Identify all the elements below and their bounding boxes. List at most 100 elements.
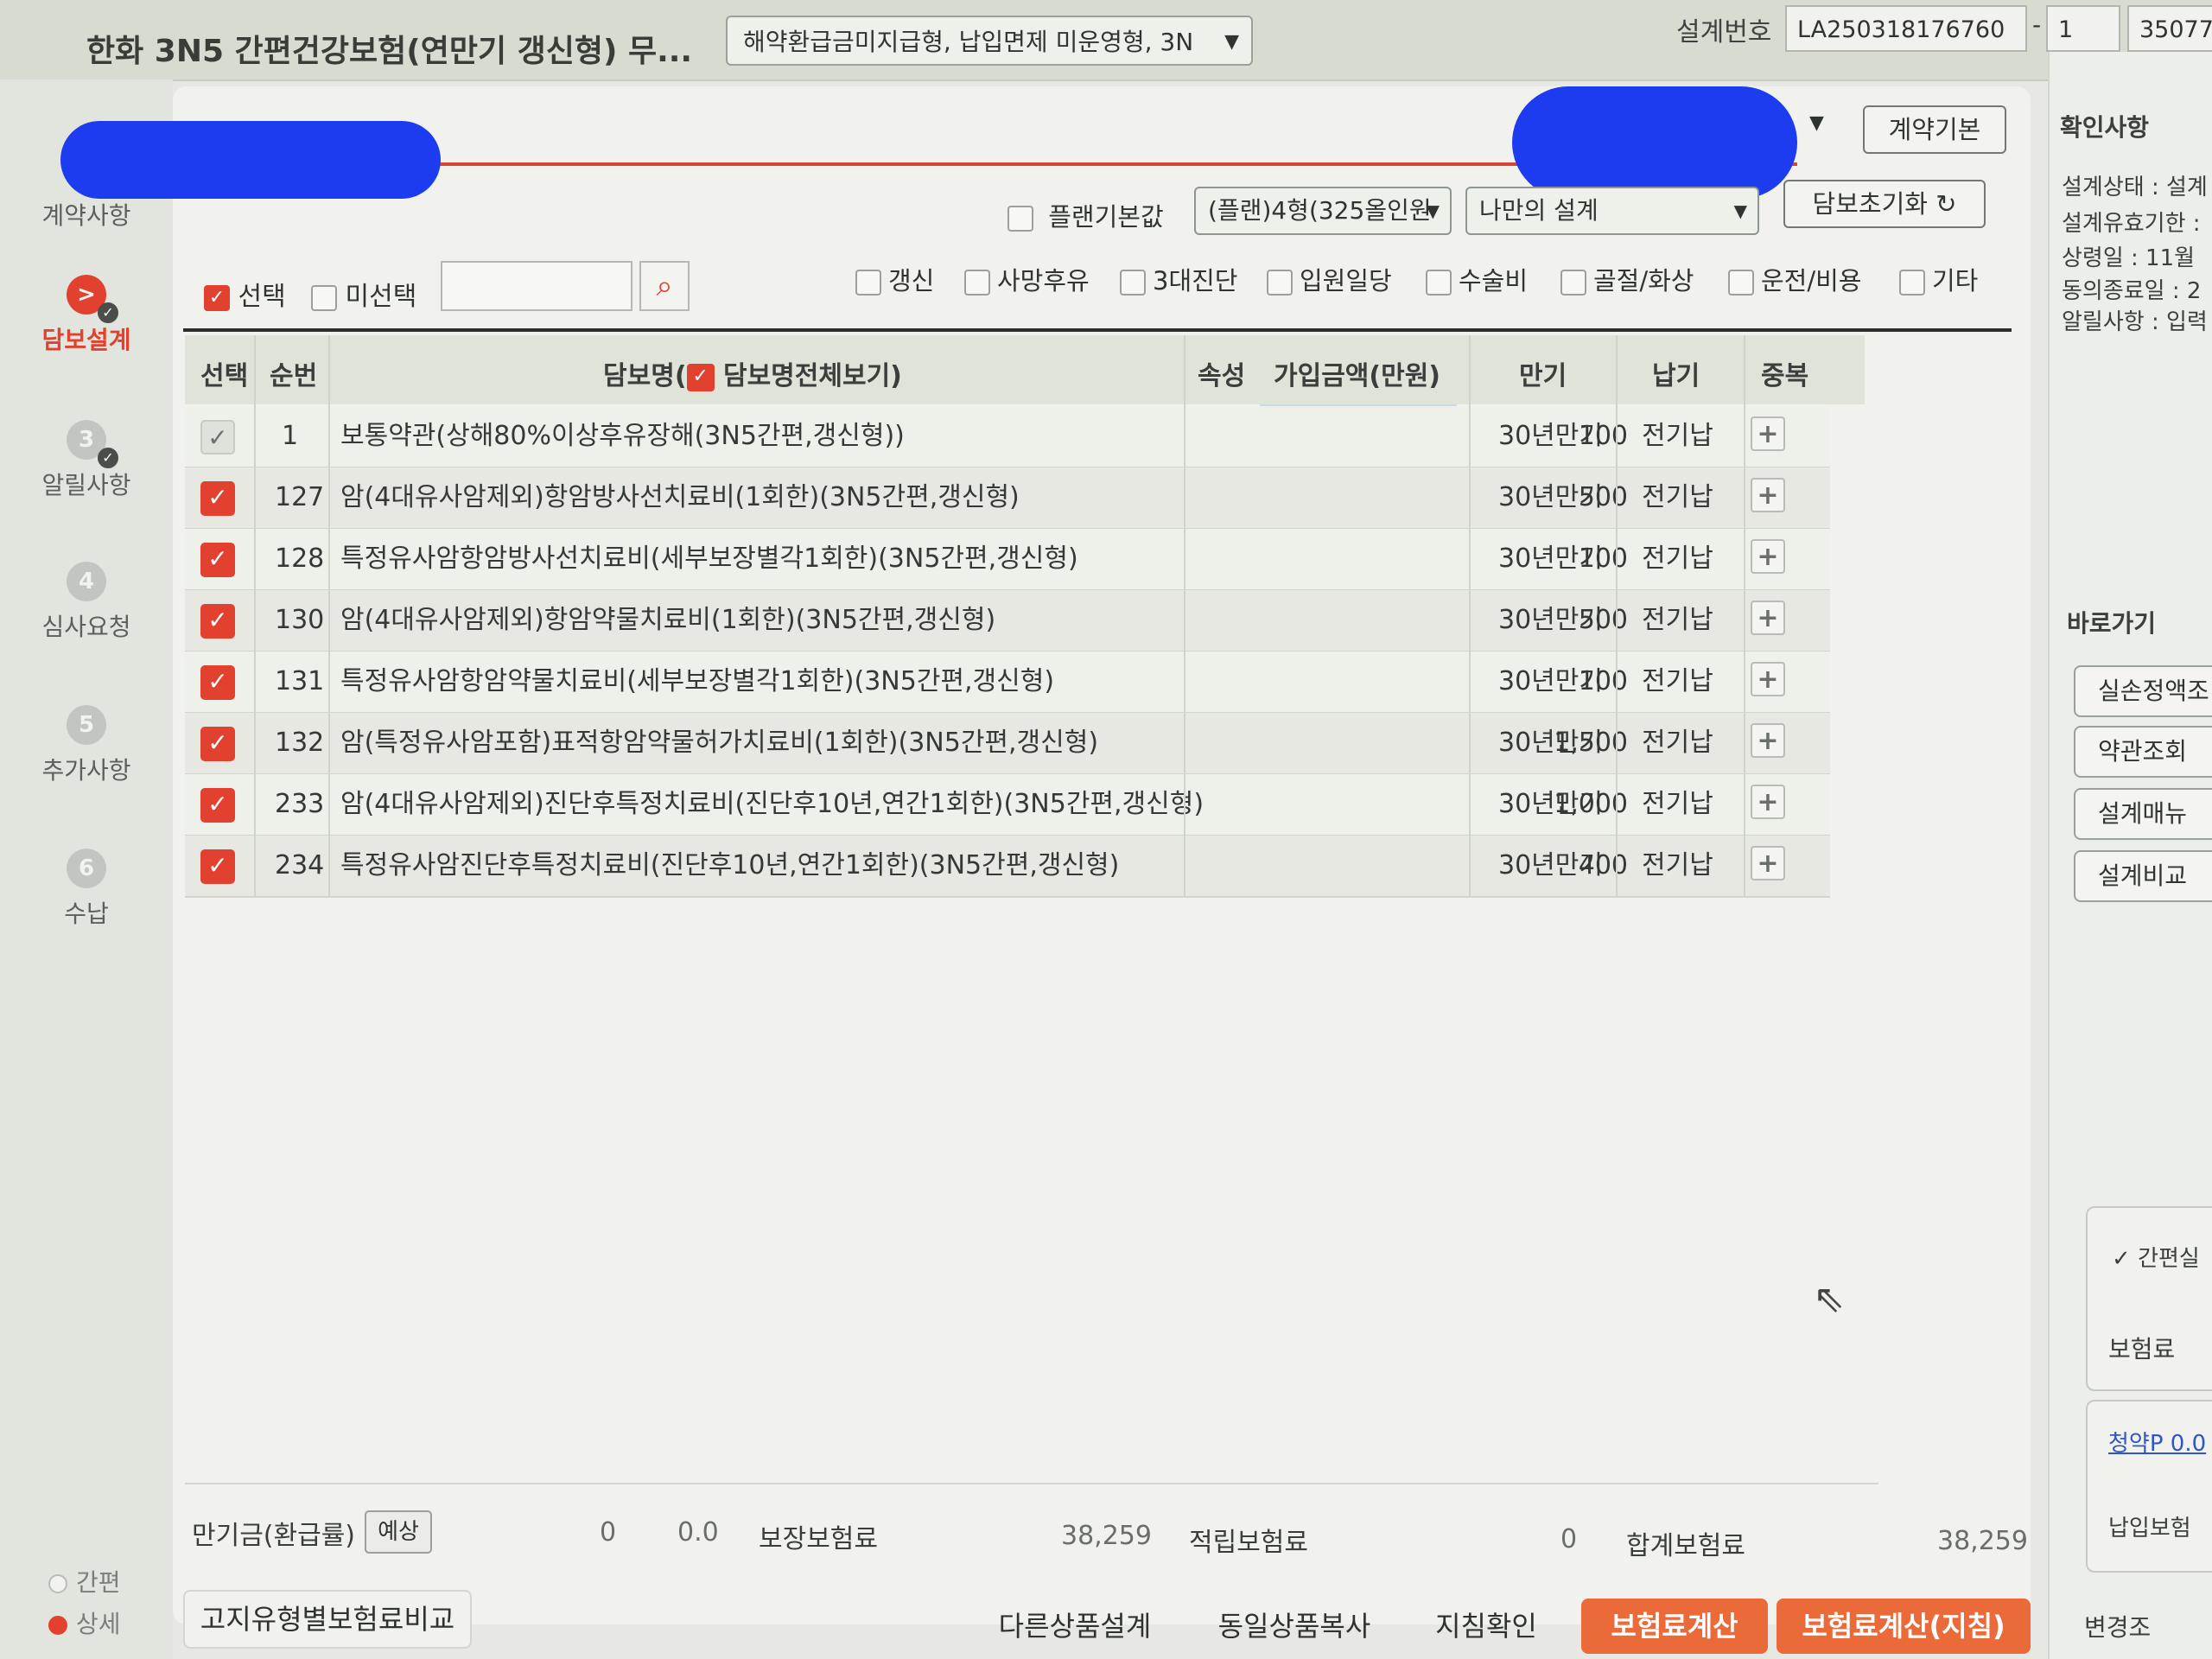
maturity-label: 만기금(환급률)	[192, 1521, 356, 1551]
filter-driving-cost[interactable]: 운전/비용	[1728, 261, 1862, 297]
plus-icon[interactable]: +	[1751, 539, 1785, 574]
plan-type-select[interactable]: 해약환급금미지급형, 납입면제 미운영형, 3N ▼	[726, 16, 1253, 66]
filter-fracture-burn[interactable]: 골절/화상	[1560, 261, 1694, 297]
table-row[interactable]: ✓ 234 특정유사암진단후특정치료비(진단후10년,연간1회한)(3N5간편,…	[185, 836, 1830, 898]
cursor-icon: ⇖	[1813, 1277, 1845, 1321]
check-icon: ✓	[2112, 1246, 2131, 1272]
row-checkbox[interactable]: ✓	[200, 543, 235, 577]
my-design-select[interactable]: 나만의 설계 ▼	[1465, 187, 1759, 235]
plus-icon[interactable]: +	[1751, 416, 1785, 451]
plus-icon[interactable]: +	[1751, 601, 1785, 635]
compare-premium-button[interactable]: 고지유형별보험료비교	[183, 1590, 472, 1649]
summary-divider	[185, 1483, 1878, 1484]
table-row[interactable]: ✓ 1 보통약관(상해80%이상후유장해(3N5간편,갱신형)) 100 30년…	[185, 406, 1830, 468]
confirm-line: 상령일 : 11월	[2062, 245, 2196, 271]
premium-label: 보험료	[2108, 1335, 2176, 1363]
row-checkbox[interactable]: ✓	[200, 727, 235, 761]
simple-check[interactable]: ✓ 간편실	[2112, 1241, 2200, 1273]
confirm-line: 알릴사항 : 입력	[2062, 309, 2208, 335]
header-coverage-name: 담보명(✓ 담보명전체보기)	[603, 361, 902, 391]
row-checkbox[interactable]: ✓	[200, 420, 235, 454]
filter-3-major-diagnosis[interactable]: 3대진단	[1120, 261, 1238, 297]
radio-simple[interactable]	[48, 1574, 67, 1593]
filter-etc[interactable]: 기타	[1899, 261, 1978, 297]
design-sequence-field[interactable]: 1	[2046, 5, 2120, 52]
other-product-button[interactable]: 다른상품설계	[980, 1599, 1170, 1654]
calculate-premium-button[interactable]: 보험료계산	[1581, 1599, 1768, 1654]
change-button[interactable]: 변경조	[2084, 1609, 2151, 1643]
plus-icon[interactable]: +	[1751, 478, 1785, 512]
coverage-search-input[interactable]	[441, 261, 632, 311]
shortcut-button[interactable]: 설계매뉴	[2074, 788, 2212, 840]
guide-check-button[interactable]: 지침확인	[1417, 1599, 1555, 1654]
row-checkbox[interactable]: ✓	[200, 481, 235, 516]
step-review-request[interactable]: 4 심사요청	[0, 562, 173, 643]
search-icon[interactable]: ⌕	[639, 261, 690, 311]
table-row[interactable]: ✓ 131 특정유사암항암약물치료비(세부보장별각1회한)(3N5간편,갱신형)…	[185, 652, 1830, 714]
design-number-field[interactable]: LA250318176760	[1785, 5, 2027, 52]
table-top-border	[183, 328, 2012, 332]
step-additional[interactable]: 5 추가사항	[0, 705, 173, 786]
plan-default-checkbox[interactable]	[1007, 206, 1033, 232]
expect-button[interactable]: 예상	[365, 1510, 432, 1554]
step-payment[interactable]: 6 수납	[0, 849, 173, 930]
unselect-filter[interactable]: 미선택	[311, 275, 416, 313]
plus-icon[interactable]: +	[1751, 785, 1785, 819]
step-number: 6	[67, 849, 106, 888]
select-filter[interactable]: ✓ 선택	[204, 275, 286, 313]
shortcut-button[interactable]: 설계비교	[2074, 850, 2212, 902]
show-full-name-checkbox[interactable]: ✓	[686, 363, 715, 391]
header-maturity: 만기	[1519, 361, 1567, 391]
filter-daily-hospital[interactable]: 입원일당	[1267, 261, 1392, 297]
confirm-line: 설계유효기한 :	[2062, 211, 2201, 237]
reset-coverage-button[interactable]: 담보초기화 ↻	[1783, 180, 1986, 228]
plus-icon[interactable]: +	[1751, 723, 1785, 758]
unselect-checkbox[interactable]	[311, 284, 337, 311]
step-coverage-design[interactable]: > ✓ 담보설계	[0, 275, 173, 356]
step-number: 5	[67, 705, 106, 745]
table-row[interactable]: ✓ 132 암(특정유사암포함)표적항암약물허가치료비(1회한)(3N5간편,갱…	[185, 713, 1830, 775]
copy-product-button[interactable]: 동일상품복사	[1199, 1599, 1389, 1654]
chevron-down-icon: ▼	[1426, 200, 1440, 221]
saving-premium-label: 적립보험료	[1189, 1528, 1308, 1558]
filter-death-disability[interactable]: 사망후유	[964, 261, 1090, 297]
refresh-icon: ↻	[1936, 189, 1957, 219]
plus-icon[interactable]: +	[1751, 846, 1785, 880]
mode-simple[interactable]: 간편	[48, 1564, 121, 1599]
row-checkbox[interactable]: ✓	[200, 604, 235, 639]
chevron-down-icon[interactable]: ▼	[1809, 112, 1824, 134]
shortcut-button[interactable]: 실손정액조	[2074, 665, 2212, 717]
radio-detail[interactable]	[48, 1616, 67, 1635]
row-checkbox[interactable]: ✓	[200, 849, 235, 884]
table-row[interactable]: ✓ 127 암(4대유사암제외)항암방사선치료비(1회한)(3N5간편,갱신형)…	[185, 467, 1830, 530]
filter-renewal[interactable]: 갱신	[855, 261, 934, 297]
row-checkbox[interactable]: ✓	[200, 665, 235, 700]
chevron-down-icon: ▼	[1733, 200, 1747, 221]
select-checkbox[interactable]: ✓	[204, 284, 230, 311]
table-row[interactable]: ✓ 130 암(4대유사암제외)항암약물치료비(1회한)(3N5간편,갱신형) …	[185, 590, 1830, 652]
column-divider	[1469, 335, 1471, 897]
plan-default-option[interactable]: 플랜기본값	[1007, 197, 1164, 233]
shortcut-title: 바로가기	[2067, 609, 2157, 638]
column-divider	[328, 335, 330, 897]
calculate-premium-guide-button[interactable]: 보험료계산(지침)	[1777, 1599, 2031, 1654]
coverage-premium-label: 보장보험료	[759, 1524, 878, 1554]
design-extra-field[interactable]: 350770	[2127, 5, 2212, 52]
header-attribute: 속성	[1198, 361, 1246, 391]
total-premium-value: 38,259	[1937, 1526, 2028, 1556]
plan-select[interactable]: (플랜)4형(325올인원 ▼	[1194, 187, 1452, 235]
step-disclosure[interactable]: 3 ✓ 알릴사항	[0, 420, 173, 501]
table-row[interactable]: ✓ 128 특정유사암항암방사선치료비(세부보장별각1회한)(3N5간편,갱신형…	[185, 529, 1830, 591]
shortcut-button[interactable]: 약관조회	[2074, 726, 2212, 778]
step-label: 알릴사항	[41, 471, 131, 499]
filter-surgery[interactable]: 수술비	[1426, 261, 1528, 297]
subscription-link[interactable]: 청약P 0.0	[2108, 1426, 2206, 1458]
table-row[interactable]: ✓ 233 암(4대유사암제외)진단후특정치료비(진단후10년,연간1회한)(3…	[185, 774, 1830, 836]
mode-detail[interactable]: 상세	[48, 1605, 121, 1640]
row-checkbox[interactable]: ✓	[200, 788, 235, 823]
pay-premium-label: 납입보험	[2108, 1516, 2191, 1541]
refund-rate: 0.0	[677, 1517, 719, 1548]
plus-icon[interactable]: +	[1751, 662, 1785, 696]
contract-basic-button[interactable]: 계약기본	[1863, 105, 2006, 154]
step-label: 계약사항	[41, 201, 131, 230]
